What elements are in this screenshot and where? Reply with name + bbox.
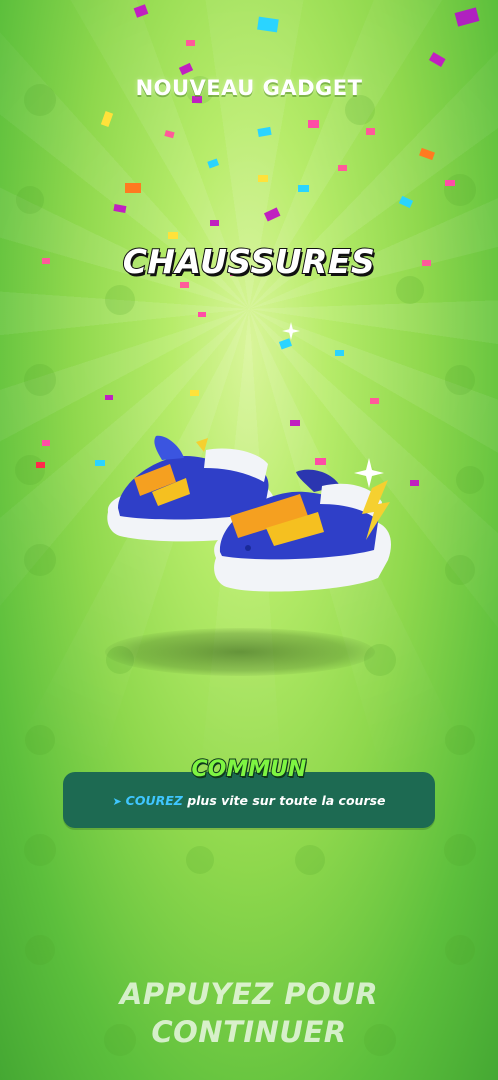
shoe-shadow	[105, 628, 375, 676]
gadget-name: CHAUSSURES	[122, 241, 376, 282]
sneakers-icon	[107, 435, 391, 592]
sparkle-icon	[354, 458, 384, 488]
reward-header-title: NOUVEAU GADGET	[135, 76, 363, 100]
reward-screen[interactable]: NOUVEAU GADGET CHAUSSURES COMMUN ➤ COURE…	[0, 0, 498, 1080]
sparkle-icon	[282, 322, 300, 340]
continue-line-2: CONTINUER	[151, 1015, 347, 1049]
gadget-description: ➤ COUREZ plus vite sur toute la course	[63, 793, 435, 808]
tap-to-continue[interactable]: APPUYEZ POUR CONTINUER	[0, 975, 498, 1051]
rarity-label: COMMUN	[191, 756, 308, 783]
description-keyword: COUREZ	[125, 793, 183, 808]
description-text: plus vite sur toute la course	[187, 793, 386, 808]
chevron-right-icon: ➤	[112, 795, 122, 808]
continue-line-1: APPUYEZ POUR	[119, 977, 379, 1011]
